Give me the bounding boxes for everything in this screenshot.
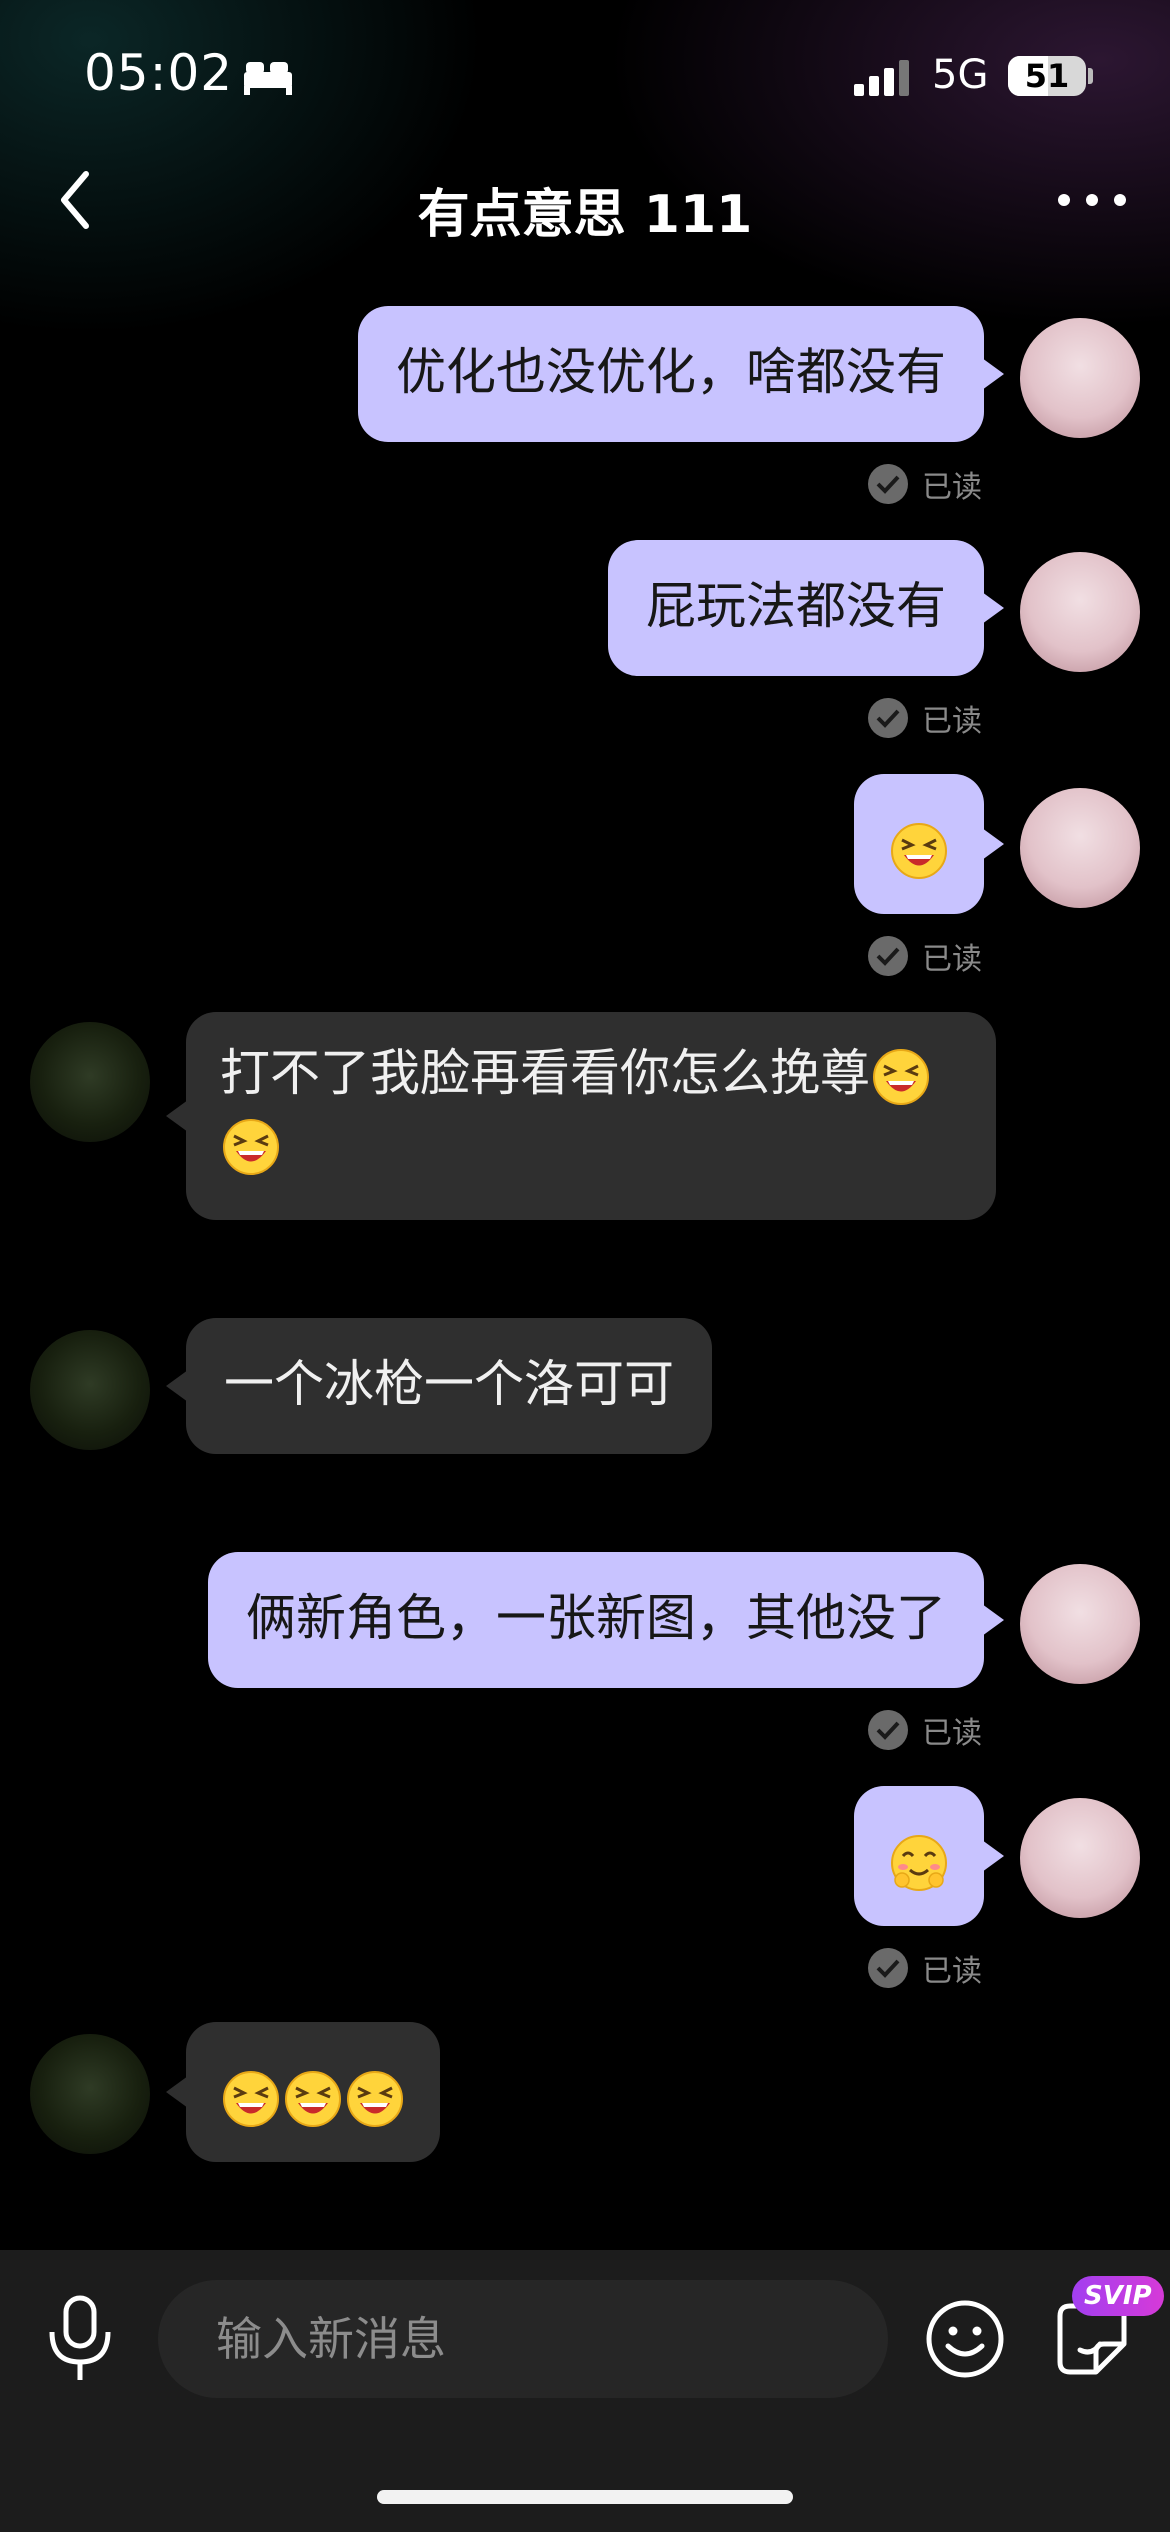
- read-receipt: 已读: [868, 934, 982, 978]
- message-bubble-other[interactable]: [166, 2022, 440, 2162]
- laughing-face-icon: [285, 2070, 341, 2127]
- my-avatar[interactable]: [1020, 318, 1140, 438]
- read-receipt: 已读: [868, 696, 982, 740]
- check-circle-icon: [868, 698, 908, 738]
- sleep-focus-icon: [244, 62, 292, 95]
- laughing-face-icon: [347, 2070, 403, 2127]
- blushing-smile-face-icon: [891, 1834, 947, 1891]
- message-bubble-me[interactable]: [854, 1786, 1004, 1926]
- check-circle-icon: [868, 1710, 908, 1750]
- check-circle-icon: [868, 936, 908, 976]
- read-receipt: 已读: [868, 1708, 982, 1752]
- cell-signal-icon: [854, 60, 909, 96]
- message-bubble-me[interactable]: 俩新角色，一张新图，其他没了: [208, 1552, 1004, 1688]
- message-text: 一个冰枪一个洛可可: [224, 1355, 674, 1413]
- message-text: 打不了我脸再看看你怎么挽尊: [220, 1044, 870, 1102]
- message-input[interactable]: 输入新消息: [158, 2280, 888, 2398]
- read-status: 已读: [922, 470, 982, 505]
- read-receipt: 已读: [868, 1946, 982, 1990]
- battery-cap: [1088, 68, 1093, 84]
- read-status: 已读: [922, 704, 982, 739]
- check-circle-icon: [868, 1948, 908, 1988]
- laughing-face-icon: [223, 1118, 279, 1175]
- more-options-button[interactable]: [1052, 172, 1132, 232]
- read-status: 已读: [922, 1716, 982, 1751]
- message-text: 俩新角色，一张新图，其他没了: [246, 1589, 946, 1647]
- battery-icon: 51: [1008, 56, 1086, 96]
- message-bubble-other[interactable]: 一个冰枪一个洛可可: [166, 1318, 712, 1454]
- laughing-face-icon: [891, 822, 947, 879]
- message-bubble-me[interactable]: [854, 774, 1004, 914]
- home-indicator: [377, 2490, 793, 2504]
- laughing-face-icon: [223, 2070, 279, 2127]
- my-avatar[interactable]: [1020, 1564, 1140, 1684]
- read-status: 已读: [922, 942, 982, 977]
- message-text: 屁玩法都没有: [646, 577, 946, 635]
- my-avatar[interactable]: [1020, 788, 1140, 908]
- message-bubble-other[interactable]: 打不了我脸再看看你怎么挽尊: [166, 1012, 996, 1220]
- check-circle-icon: [868, 464, 908, 504]
- smiley-icon[interactable]: [924, 2298, 1006, 2380]
- laughing-face-icon: [873, 1048, 929, 1105]
- microphone-icon[interactable]: [40, 2290, 120, 2390]
- status-time: 05:02: [84, 44, 234, 102]
- read-receipt: 已读: [868, 462, 982, 506]
- svip-badge: SVIP: [1072, 2276, 1164, 2316]
- message-bubble-me[interactable]: 优化也没优化，啥都没有: [358, 306, 1004, 442]
- contact-avatar[interactable]: [30, 2034, 150, 2154]
- network-type: 5G: [932, 52, 989, 98]
- message-text: 优化也没优化，啥都没有: [396, 343, 946, 401]
- battery-percentage: 51: [1024, 57, 1070, 95]
- contact-avatar[interactable]: [30, 1330, 150, 1450]
- chat-title: 有点意思 111: [417, 185, 753, 245]
- message-bubble-me[interactable]: 屁玩法都没有: [608, 540, 1004, 676]
- read-status: 已读: [922, 1954, 982, 1989]
- contact-avatar[interactable]: [30, 1022, 150, 1142]
- my-avatar[interactable]: [1020, 552, 1140, 672]
- my-avatar[interactable]: [1020, 1798, 1140, 1918]
